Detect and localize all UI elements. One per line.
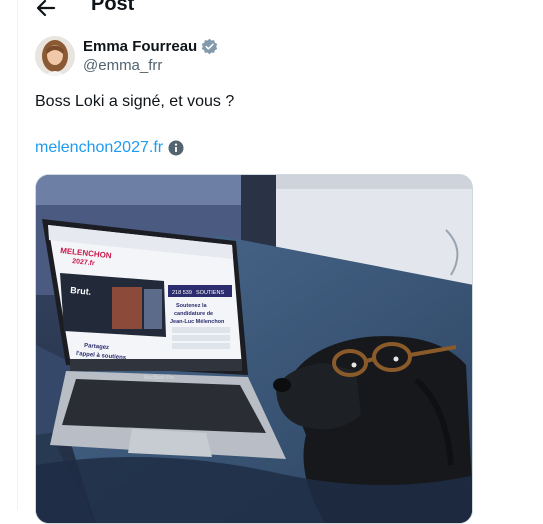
laptop-video-label: Brut. — [70, 285, 92, 297]
laptop-support-line1: Soutenez la — [176, 303, 208, 309]
info-circle-icon[interactable] — [168, 140, 184, 156]
page-title: Post — [91, 0, 135, 15]
arrow-left-icon[interactable] — [30, 0, 60, 20]
author-handle[interactable]: @emma_frr — [83, 57, 162, 74]
post-media-photo[interactable]: MELENCHON 2027.fr Brut. Partagez l'appel… — [35, 174, 473, 524]
photo-scene: MELENCHON 2027.fr Brut. Partagez l'appel… — [36, 175, 472, 523]
post-link[interactable]: melenchon2027.fr — [35, 139, 163, 157]
avatar[interactable] — [35, 36, 75, 76]
laptop-support-line2: candidature de — [174, 311, 213, 317]
laptop-stat-label: SOUTIENS — [196, 290, 224, 296]
laptop-support-line3: Jean-Luc Mélenchon — [170, 319, 225, 325]
verified-badge-icon — [201, 38, 218, 54]
timeline-border-left — [17, 0, 18, 510]
author-name-row: Emma Fourreau — [83, 36, 218, 56]
post-header: Post — [0, 0, 520, 26]
laptop-brand-label: MacBook Pro — [144, 375, 174, 381]
laptop-stat-count: 218 539 — [172, 290, 192, 296]
post-link-row: melenchon2027.fr — [35, 139, 184, 157]
author-name[interactable]: Emma Fourreau — [83, 38, 197, 55]
post-text: Boss Loki a signé, et vous ? — [35, 93, 235, 110]
